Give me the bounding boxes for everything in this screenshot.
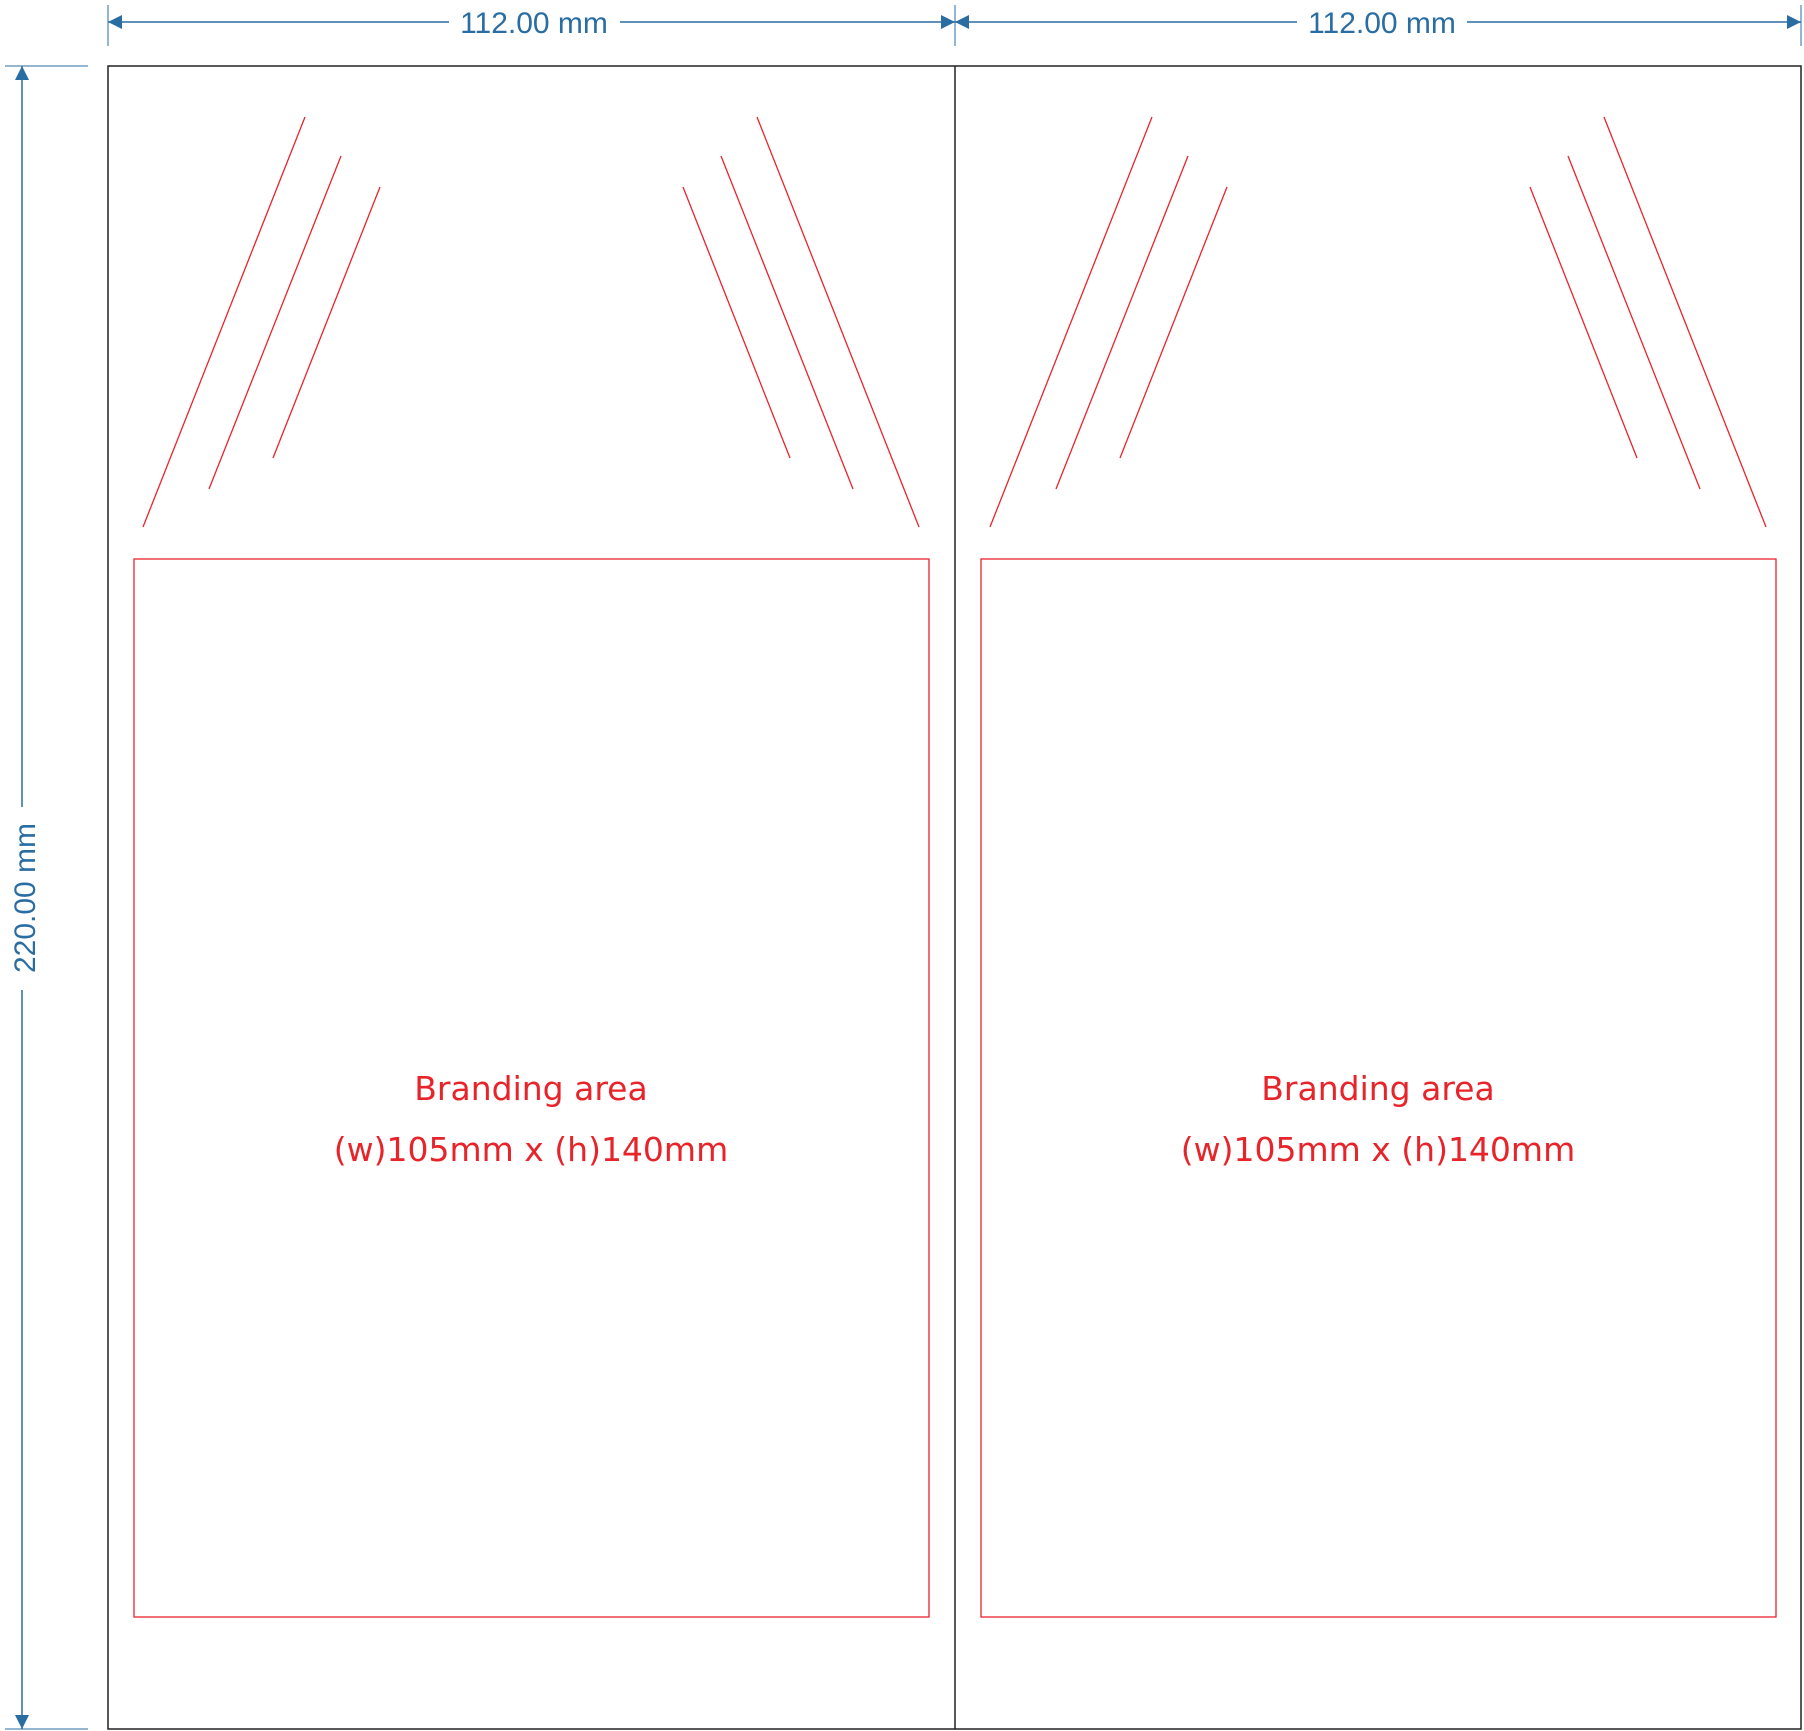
gusset-guide-lines-right xyxy=(989,116,1767,528)
gusset-guide-lines-left xyxy=(142,116,920,528)
width-label-right: 112.00 mm xyxy=(1308,7,1456,40)
branding-area-title: Branding area xyxy=(1261,1069,1494,1108)
height-label: 220.00 mm xyxy=(9,823,42,973)
gusset-line xyxy=(1603,116,1767,528)
top-dimension-right: 112.00 mm xyxy=(955,5,1802,46)
gusset-line xyxy=(1567,155,1701,490)
top-dimension-left: 112.00 mm xyxy=(107,5,956,46)
branding-area-size: (w)105mm x (h)140mm xyxy=(1181,1130,1575,1169)
gusset-line xyxy=(756,116,920,528)
gusset-line xyxy=(272,186,381,459)
gusset-line xyxy=(1055,155,1189,490)
branding-area-size: (w)105mm x (h)140mm xyxy=(334,1130,728,1169)
panel-left: Branding area (w)105mm x (h)140mm xyxy=(133,116,930,1618)
gusset-line xyxy=(142,116,306,528)
bag-template-diagram: 112.00 mm 112.00 mm 220.00 mm Branding a… xyxy=(5,5,1802,1730)
gusset-line xyxy=(989,116,1153,528)
gusset-line xyxy=(682,186,791,459)
gusset-line xyxy=(1529,186,1638,459)
panel-right: Branding area (w)105mm x (h)140mm xyxy=(980,116,1777,1618)
branding-area-title: Branding area xyxy=(414,1069,647,1108)
height-dimension: 220.00 mm xyxy=(5,65,88,1730)
width-label-left: 112.00 mm xyxy=(460,7,608,40)
gusset-line xyxy=(720,155,854,490)
gusset-line xyxy=(1119,186,1228,459)
gusset-line xyxy=(208,155,342,490)
